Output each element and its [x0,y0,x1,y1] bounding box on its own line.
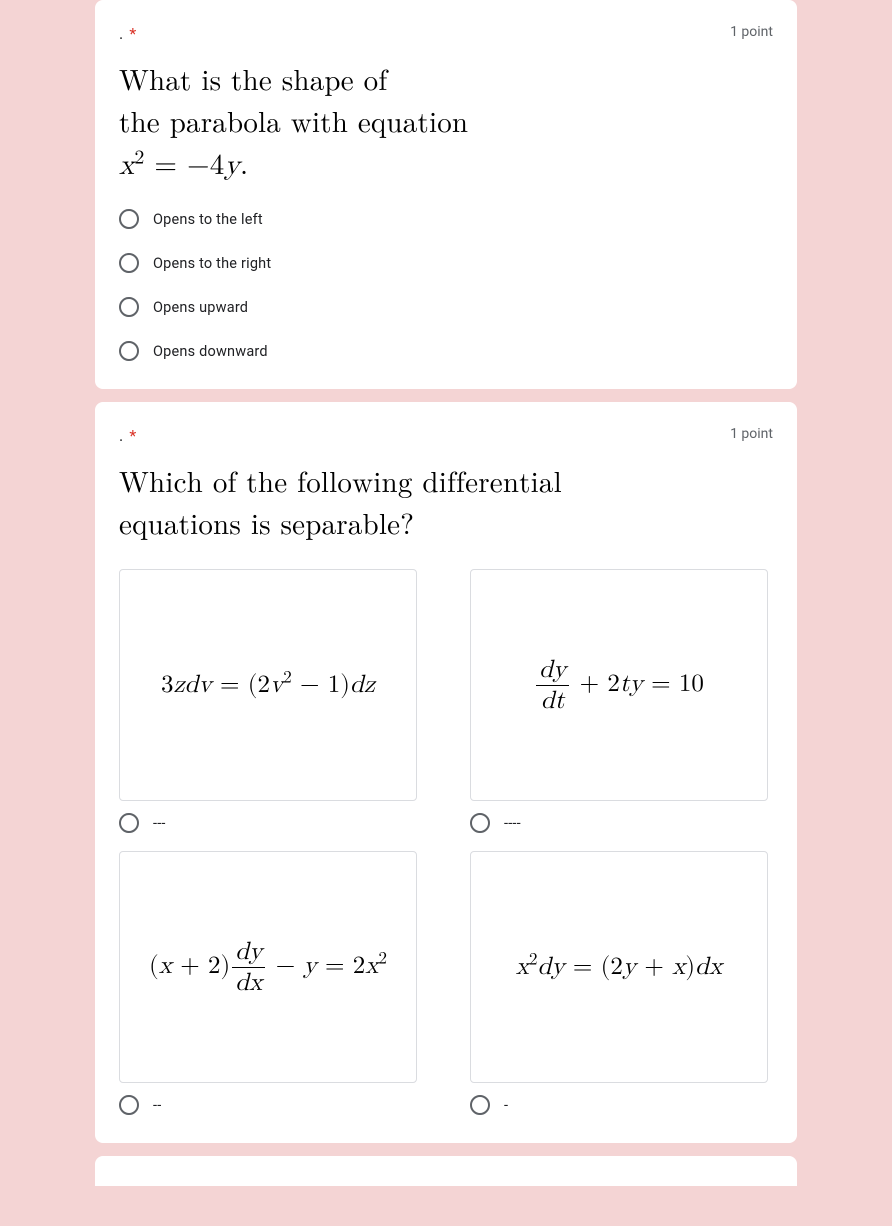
equation-content: x2dy = (2y + x)dx [516,952,722,982]
equation-content: (x + 2)dydx − y = 2x2 [149,937,387,998]
option-label: -- [153,1097,161,1114]
image-radio-grid: 3zdv = (2v2 − 1)dz --- dydt + 2ty = 10 -… [119,569,773,1115]
math-equation: x2 = −4y. [119,145,773,187]
radio-circle-icon[interactable] [119,341,139,361]
radio-option-g2[interactable]: ---- [470,813,773,833]
math-line-2: equations is separable? [119,505,773,547]
radio-circle-icon[interactable] [470,813,490,833]
equation-image-box: x2dy = (2y + x)dx [470,851,768,1083]
math-line-1: What is the shape of [119,61,773,103]
radio-option-2[interactable]: Opens to the right [119,253,773,273]
radio-circle-icon[interactable] [119,297,139,317]
option-label: Opens to the right [153,255,271,272]
radio-circle-icon[interactable] [119,1095,139,1115]
marker-text: . [119,24,123,43]
question-text-math: Which of the following differential equa… [119,463,773,547]
equation-content: 3zdv = (2v2 − 1)dz [161,670,375,700]
question-marker: . * [119,24,136,43]
radio-option-g3[interactable]: -- [119,1095,422,1115]
question-marker: . * [119,426,136,445]
next-card-peek [95,1156,797,1186]
math-line-2: the parabola with equation [119,103,773,145]
option-label: Opens upward [153,299,248,316]
grid-option-2: dydt + 2ty = 10 ---- [470,569,773,833]
radio-group: Opens to the left Opens to the right Ope… [119,209,773,361]
radio-option-4[interactable]: Opens downward [119,341,773,361]
required-asterisk: * [129,426,136,445]
question-card-2: . * 1 point Which of the following diffe… [95,402,797,1143]
points-label: 1 point [730,24,773,40]
question-card-1: . * 1 point What is the shape of the par… [95,0,797,389]
option-label: Opens downward [153,343,268,360]
radio-option-g4[interactable]: - [470,1095,773,1115]
option-label: ---- [504,815,521,832]
radio-circle-icon[interactable] [470,1095,490,1115]
option-label: - [504,1097,508,1114]
option-label: --- [153,815,166,832]
required-asterisk: * [129,24,136,43]
option-label: Opens to the left [153,211,263,228]
radio-circle-icon[interactable] [119,209,139,229]
equation-content: dydt + 2ty = 10 [534,655,704,716]
grid-option-3: (x + 2)dydx − y = 2x2 -- [119,851,422,1115]
radio-option-3[interactable]: Opens upward [119,297,773,317]
card-header: . * 1 point [119,426,773,445]
radio-circle-icon[interactable] [119,813,139,833]
grid-option-4: x2dy = (2y + x)dx - [470,851,773,1115]
equation-image-box: (x + 2)dydx − y = 2x2 [119,851,417,1083]
card-header: . * 1 point [119,24,773,43]
math-line-1: Which of the following differential [119,463,773,505]
radio-option-1[interactable]: Opens to the left [119,209,773,229]
radio-option-g1[interactable]: --- [119,813,422,833]
marker-text: . [119,426,123,445]
equation-image-box: dydt + 2ty = 10 [470,569,768,801]
question-text-math: What is the shape of the parabola with e… [119,61,773,187]
points-label: 1 point [730,426,773,442]
grid-option-1: 3zdv = (2v2 − 1)dz --- [119,569,422,833]
radio-circle-icon[interactable] [119,253,139,273]
equation-image-box: 3zdv = (2v2 − 1)dz [119,569,417,801]
